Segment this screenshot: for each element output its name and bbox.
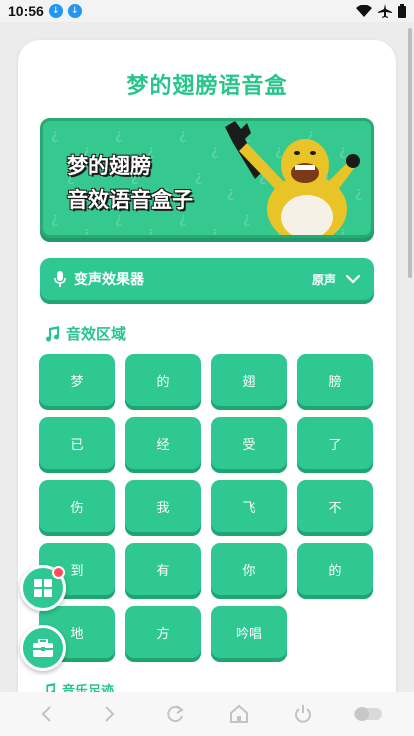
sound-button[interactable]: 的 (125, 354, 201, 406)
sound-button[interactable]: 不 (297, 480, 373, 532)
power-icon (295, 705, 312, 723)
bottom-nav (0, 692, 414, 736)
sound-button[interactable]: 经 (125, 417, 201, 469)
sound-button[interactable]: 的 (297, 543, 373, 595)
sound-button[interactable]: 梦 (39, 354, 115, 406)
power-button[interactable] (285, 696, 321, 732)
sound-button[interactable]: 受 (211, 417, 287, 469)
sound-button[interactable]: 膀 (297, 354, 373, 406)
grid-menu-button[interactable] (20, 565, 66, 611)
back-arrow-icon (41, 706, 51, 722)
notification-badge (52, 566, 65, 579)
battery-icon (398, 4, 406, 18)
svg-text:¿: ¿ (179, 127, 186, 143)
sound-button[interactable]: 飞 (211, 480, 287, 532)
svg-text:¿: ¿ (83, 225, 90, 238)
status-time: 10:56 (8, 3, 44, 19)
music-note-icon (46, 325, 60, 342)
home-icon (230, 704, 249, 723)
sound-button[interactable]: 吟唱 (211, 606, 287, 658)
back-button[interactable] (28, 696, 64, 732)
svg-text:¿: ¿ (51, 211, 58, 227)
toolbox-icon (33, 639, 53, 657)
sound-grid: 梦 的 翅 膀 已 经 受 了 伤 我 飞 不 到 有 你 的 地 方 吟唱 (39, 354, 375, 658)
banner-text: 梦的翅膀 音效语音盒子 (67, 149, 193, 217)
sound-button[interactable]: 已 (39, 417, 115, 469)
grid-icon (34, 579, 52, 597)
sound-button[interactable]: 方 (125, 606, 201, 658)
banner: ¿¿¿¿¿¿¿¿¿¿ ¿¿¿¿¿¿¿¿¿¿ ¿¿¿¿¿¿¿¿¿¿ 梦的翅膀 音效… (40, 118, 374, 238)
app-title: 梦的翅膀语音盒 (126, 74, 288, 99)
sound-button[interactable]: 你 (211, 543, 287, 595)
banner-line-2: 音效语音盒子 (67, 188, 193, 212)
sound-button[interactable]: 有 (125, 543, 201, 595)
voice-changer-dropdown[interactable]: 变声效果器 原声 (40, 258, 374, 300)
svg-text:¿: ¿ (195, 169, 202, 185)
sound-button[interactable]: 翅 (211, 354, 287, 406)
toggle-switch[interactable] (350, 696, 386, 732)
status-bar: 10:56 ↓ ↓ (0, 0, 414, 22)
microphone-icon (54, 271, 66, 287)
download-icon: ↓ (67, 4, 82, 18)
sound-effects-title: 音效区域 (66, 325, 127, 343)
forward-button[interactable] (92, 696, 128, 732)
download-icon: ↓ (48, 4, 63, 18)
banner-line-1: 梦的翅膀 (67, 154, 151, 178)
home-button[interactable] (221, 696, 257, 732)
sound-button[interactable]: 伤 (39, 480, 115, 532)
svg-text:¿: ¿ (147, 225, 154, 238)
mascot-illustration (225, 121, 360, 235)
svg-text:¿: ¿ (115, 127, 122, 143)
voice-changer-label: 变声效果器 (74, 272, 144, 288)
sound-effects-header: 音效区域 (44, 323, 126, 344)
scrollbar[interactable] (408, 28, 412, 278)
toggle-icon (353, 707, 382, 721)
reload-icon (167, 705, 184, 723)
sound-button[interactable]: 了 (297, 417, 373, 469)
status-icons (356, 4, 406, 18)
voice-changer-value: 原声 (311, 272, 336, 287)
sound-button[interactable]: 我 (125, 480, 201, 532)
wifi-icon (356, 5, 372, 17)
chevron-down-icon (346, 274, 360, 284)
toolbox-button[interactable] (20, 625, 66, 671)
reload-button[interactable] (157, 696, 193, 732)
forward-arrow-icon (105, 706, 115, 722)
svg-text:¿: ¿ (51, 127, 58, 143)
airplane-icon (378, 4, 392, 18)
